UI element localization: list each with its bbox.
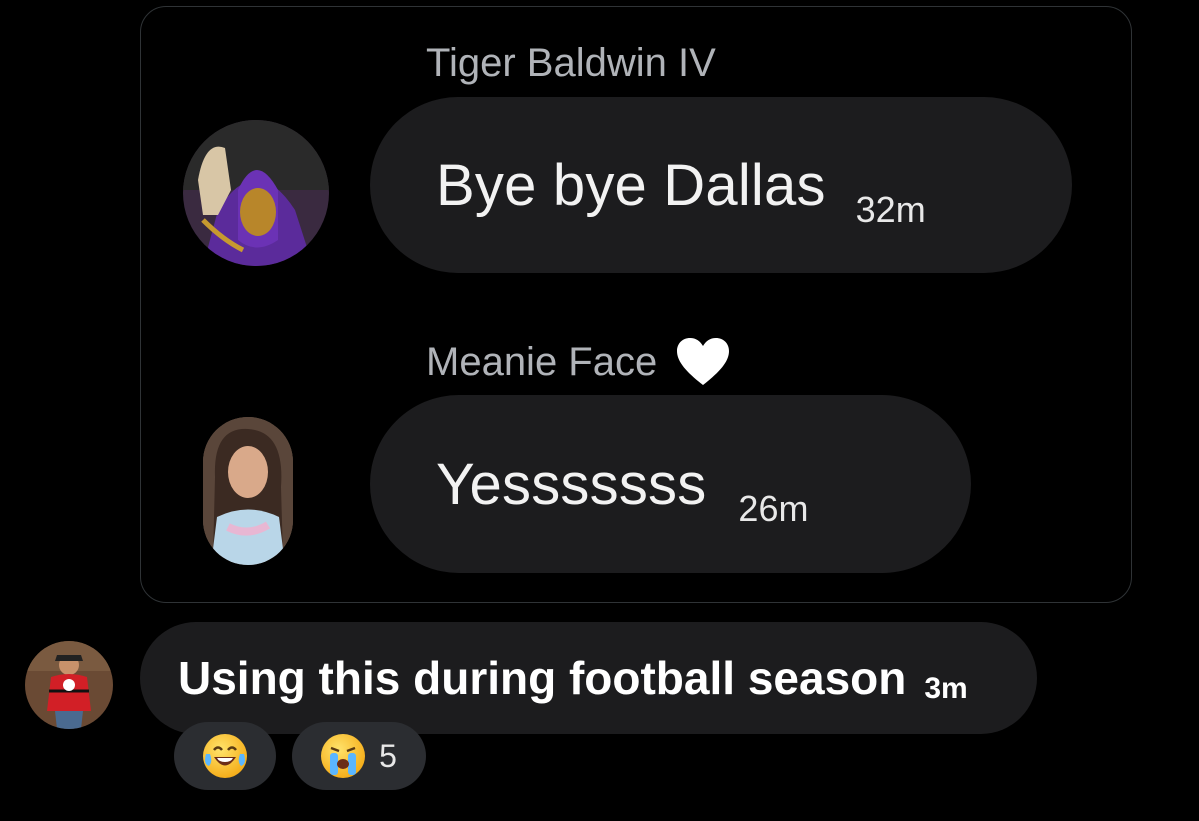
white-heart-icon bbox=[677, 338, 730, 385]
sender-name-tiger-baldwin: Tiger Baldwin IV bbox=[426, 41, 716, 85]
message-bubble-2[interactable]: Yesssssss 26m bbox=[370, 395, 971, 573]
message-timestamp: 32m bbox=[855, 189, 926, 230]
sender-row-meanie-face: Meanie Face bbox=[426, 337, 731, 387]
crying-face-emoji-icon bbox=[321, 734, 366, 778]
message-text: Yesssssss bbox=[436, 451, 707, 517]
message-text: Bye bye Dallas bbox=[436, 152, 826, 218]
reply-text: Using this during football season bbox=[178, 652, 907, 704]
sender-name-meanie-face: Meanie Face bbox=[426, 340, 658, 384]
avatar-current-user[interactable] bbox=[25, 641, 113, 729]
reaction-laughing[interactable] bbox=[174, 722, 276, 790]
reaction-count: 5 bbox=[379, 737, 397, 774]
message-bubble-1[interactable]: Bye bye Dallas 32m bbox=[370, 97, 1072, 273]
avatar-meanie-face[interactable] bbox=[203, 417, 293, 565]
reaction-crying[interactable]: 5 bbox=[292, 722, 426, 790]
message-timestamp: 26m bbox=[738, 488, 809, 529]
avatar-tiger-baldwin[interactable] bbox=[183, 120, 329, 266]
quoted-conversation-card[interactable]: Tiger Baldwin IV Bye bye Dallas 32m Mean… bbox=[140, 6, 1132, 603]
reply-message-bubble[interactable]: Using this during football season 3m bbox=[140, 622, 1037, 734]
reply-timestamp: 3m bbox=[924, 672, 968, 705]
laughing-tears-emoji-icon bbox=[203, 734, 247, 778]
